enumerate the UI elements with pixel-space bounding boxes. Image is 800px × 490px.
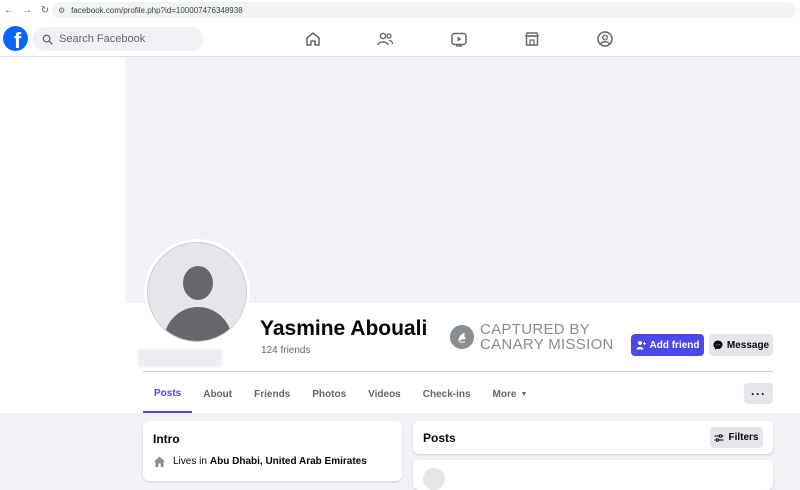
tab-more-label: More [492,388,517,400]
messenger-icon [713,340,723,350]
watermark: CAPTURED BY CANARY MISSION [450,322,614,352]
filters-button[interactable]: Filters [710,427,763,448]
browser-toolbar: ← → ↻ ⚙ facebook.com/profile.php?id=1000… [0,0,800,20]
tab-about-label: About [203,388,233,400]
profile-picture[interactable] [144,239,250,345]
top-navigation-bar: f [0,20,800,57]
profile-name: Yasmine Abouali [260,317,428,340]
posts-title: Posts [423,431,456,445]
house-icon [154,456,165,467]
lives-place-link[interactable]: Abu Dhabi, United Arab Emirates [210,456,367,467]
posts-header-card: Posts Filters [413,421,773,454]
filters-icon [714,433,724,442]
canary-bird-icon [450,325,474,349]
profile-header: Yasmine Abouali 124 friends CAPTURED BY … [0,57,800,413]
facebook-logo-icon[interactable]: f [3,26,28,51]
home-icon[interactable] [304,30,322,48]
watermark-text: CAPTURED BY CANARY MISSION [480,322,614,352]
tab-posts-label: Posts [154,387,182,399]
add-friend-label: Add friend [649,339,700,351]
lives-prefix: Lives in [173,456,207,467]
watermark-line1: CAPTURED BY [480,321,590,338]
tab-check-ins[interactable]: Check-ins [412,375,482,413]
url-text: facebook.com/profile.php?id=100007476348… [71,5,243,15]
tab-posts[interactable]: Posts [143,375,193,413]
profile-tabs: Posts About Friends Photos Videos Check-… [143,375,538,413]
groups-icon[interactable] [596,30,614,48]
avatar-head [183,266,213,300]
tab-check-ins-label: Check-ins [422,388,471,400]
tab-videos[interactable]: Videos [357,375,412,413]
tab-friends[interactable]: Friends [243,375,301,413]
friends-count-link[interactable]: 124 friends [261,345,310,356]
intro-card: Intro Lives in Abu Dhabi, United Arab Em… [143,421,402,481]
avatar-body [164,307,232,341]
tab-photos[interactable]: Photos [301,375,357,413]
post-card [413,460,773,490]
tabs-divider [143,371,773,372]
site-settings-icon[interactable]: ⚙ [58,6,65,15]
search-input[interactable] [59,33,189,45]
address-bar[interactable]: ⚙ facebook.com/profile.php?id=1000074763… [52,2,796,18]
tab-photos-label: Photos [312,388,347,400]
watermark-line2: CANARY MISSION [480,336,614,353]
forward-button[interactable]: → [18,0,36,20]
filters-label: Filters [728,432,759,443]
tab-friends-label: Friends [254,388,291,400]
friends-icon[interactable] [376,30,394,48]
intro-title: Intro [153,432,180,446]
post-avatar [423,468,445,490]
tab-about[interactable]: About [192,375,243,413]
back-button[interactable]: ← [0,0,18,20]
search-box[interactable] [33,27,203,51]
add-friend-button[interactable]: Add friend [631,334,704,356]
default-avatar-icon [147,242,247,342]
caret-down-icon: ▼ [520,390,528,398]
logo-letter: f [13,28,22,51]
tab-more[interactable]: More ▼ [482,375,539,413]
message-button[interactable]: Message [709,334,773,356]
watch-icon[interactable] [450,30,468,48]
marketplace-icon[interactable] [523,30,541,48]
lives-in-row: Lives in Abu Dhabi, United Arab Emirates [153,455,367,468]
message-label: Message [726,339,770,351]
blurred-info [138,349,222,367]
search-icon [42,34,53,45]
more-options-button[interactable]: ··· [744,383,773,404]
tab-videos-label: Videos [368,388,401,400]
add-person-icon [636,341,646,350]
